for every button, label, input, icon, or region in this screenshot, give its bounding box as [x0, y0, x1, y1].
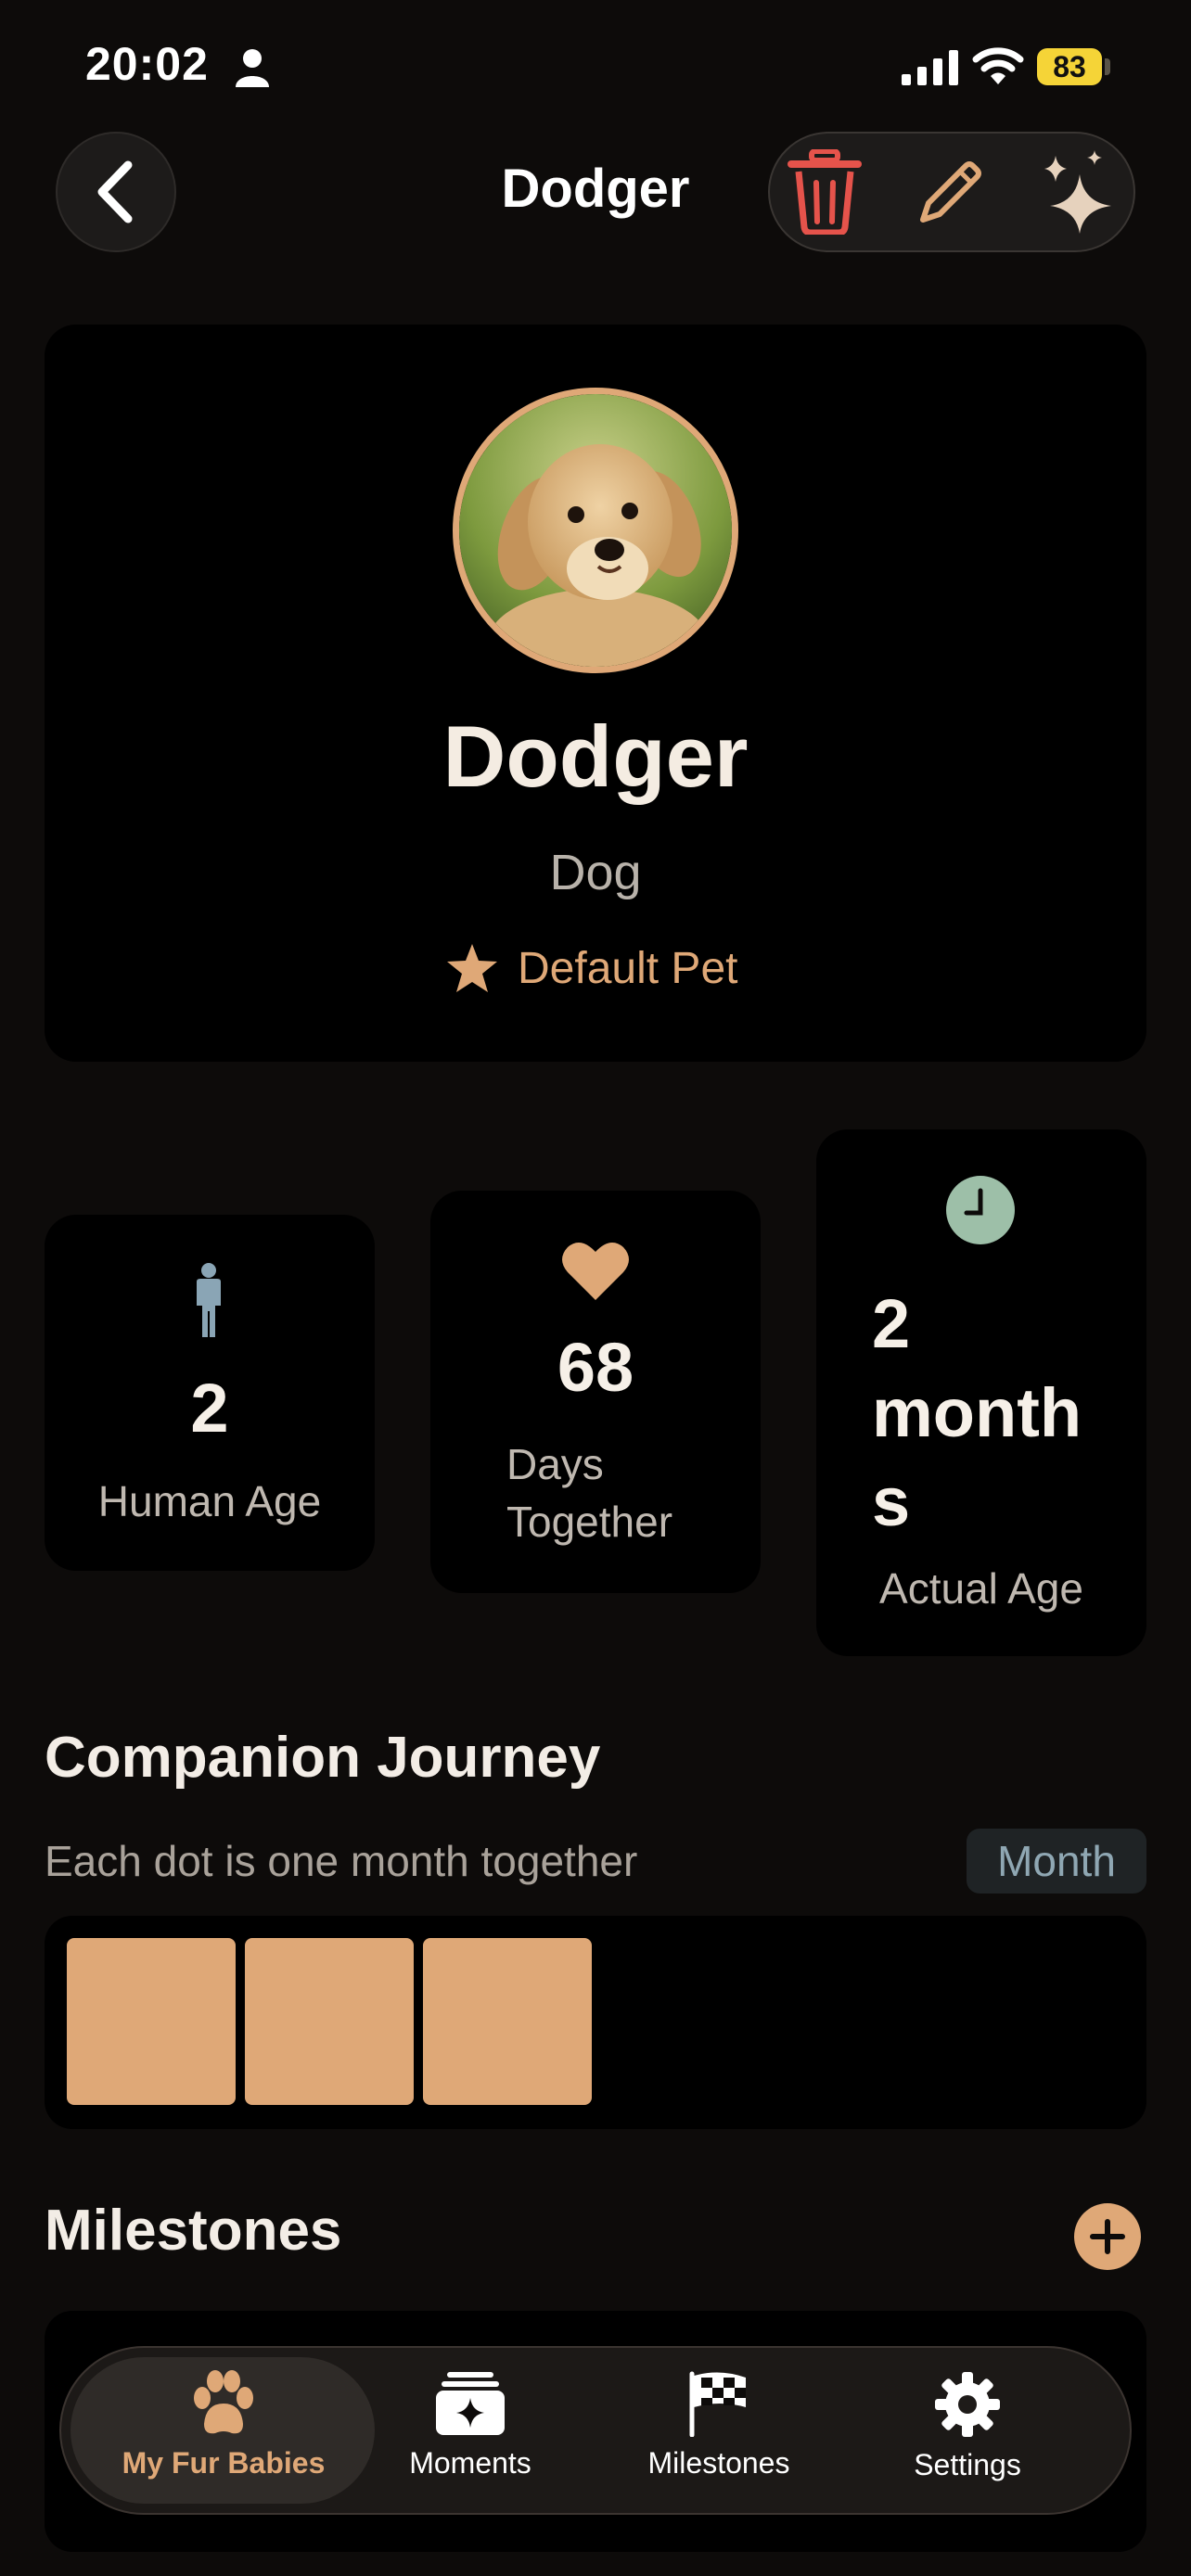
back-button[interactable] — [56, 132, 176, 252]
journey-month-dot — [245, 1938, 414, 2105]
edit-button[interactable] — [900, 141, 1002, 243]
chevron-left-icon — [97, 160, 133, 223]
trash-icon — [788, 149, 862, 235]
star-icon — [447, 944, 497, 992]
tab-label: Settings — [914, 2448, 1021, 2481]
default-pet-label: Default Pet — [518, 943, 738, 993]
battery-indicator: 83 — [1037, 48, 1102, 85]
pet-name: Dodger — [442, 708, 749, 805]
days-together-label-line2: Together — [506, 1498, 673, 1546]
plus-icon — [1090, 2219, 1125, 2254]
tab-settings[interactable]: Settings — [842, 2370, 1093, 2500]
journey-subtitle: Each dot is one month together — [45, 1837, 638, 1885]
journey-month-dot — [423, 1938, 592, 2105]
human-age-label: Human Age — [97, 1477, 322, 1525]
human-age-value: 2 — [190, 1370, 229, 1447]
tab-milestones[interactable]: Milestones — [594, 2370, 844, 2500]
gear-icon — [935, 2372, 1000, 2437]
pet-species: Dog — [549, 845, 642, 900]
journey-title: Companion Journey — [45, 1726, 601, 1790]
paw-icon — [194, 2370, 253, 2434]
person-icon — [236, 49, 269, 87]
add-milestone-button[interactable] — [1074, 2203, 1141, 2270]
actual-age-label: Actual Age — [879, 1564, 1083, 1613]
actual-age-value-line2: month — [872, 1374, 1082, 1451]
tab-label: Milestones — [647, 2446, 790, 2480]
human-figure-icon — [197, 1263, 221, 1337]
wifi-icon — [972, 47, 1024, 84]
milestones-title: Milestones — [45, 2199, 342, 2263]
checkered-flag-icon — [689, 2371, 746, 2437]
ai-sparkle-button[interactable] — [1026, 141, 1128, 243]
status-time: 20:02 — [85, 38, 209, 90]
journey-unit-toggle[interactable]: Month — [967, 1829, 1146, 1894]
cellular-signal-icon — [902, 50, 958, 85]
tab-label: Moments — [409, 2446, 531, 2480]
heart-icon — [562, 1243, 629, 1300]
tab-label: My Fur Babies — [122, 2446, 326, 2480]
days-together-value: 68 — [557, 1329, 634, 1406]
moments-stack-icon — [436, 2372, 505, 2435]
actual-age-value-line1: 2 — [872, 1285, 911, 1362]
tab-moments[interactable]: Moments — [345, 2370, 596, 2500]
puppy-photo — [459, 394, 732, 667]
journey-month-dot — [67, 1938, 236, 2105]
default-pet-indicator: Default Pet — [445, 938, 761, 998]
pencil-icon — [920, 161, 981, 223]
battery-tip — [1105, 58, 1110, 75]
actual-age-value-line3: s — [872, 1463, 911, 1540]
delete-button[interactable] — [774, 141, 876, 243]
sparkles-icon — [1044, 150, 1111, 234]
nav-title: Dodger — [501, 159, 690, 219]
days-together-label-line1: Days — [506, 1440, 604, 1488]
clock-icon — [946, 1176, 1015, 1244]
pet-avatar[interactable] — [453, 388, 738, 673]
tab-my-fur-babies[interactable]: My Fur Babies — [98, 2370, 349, 2500]
